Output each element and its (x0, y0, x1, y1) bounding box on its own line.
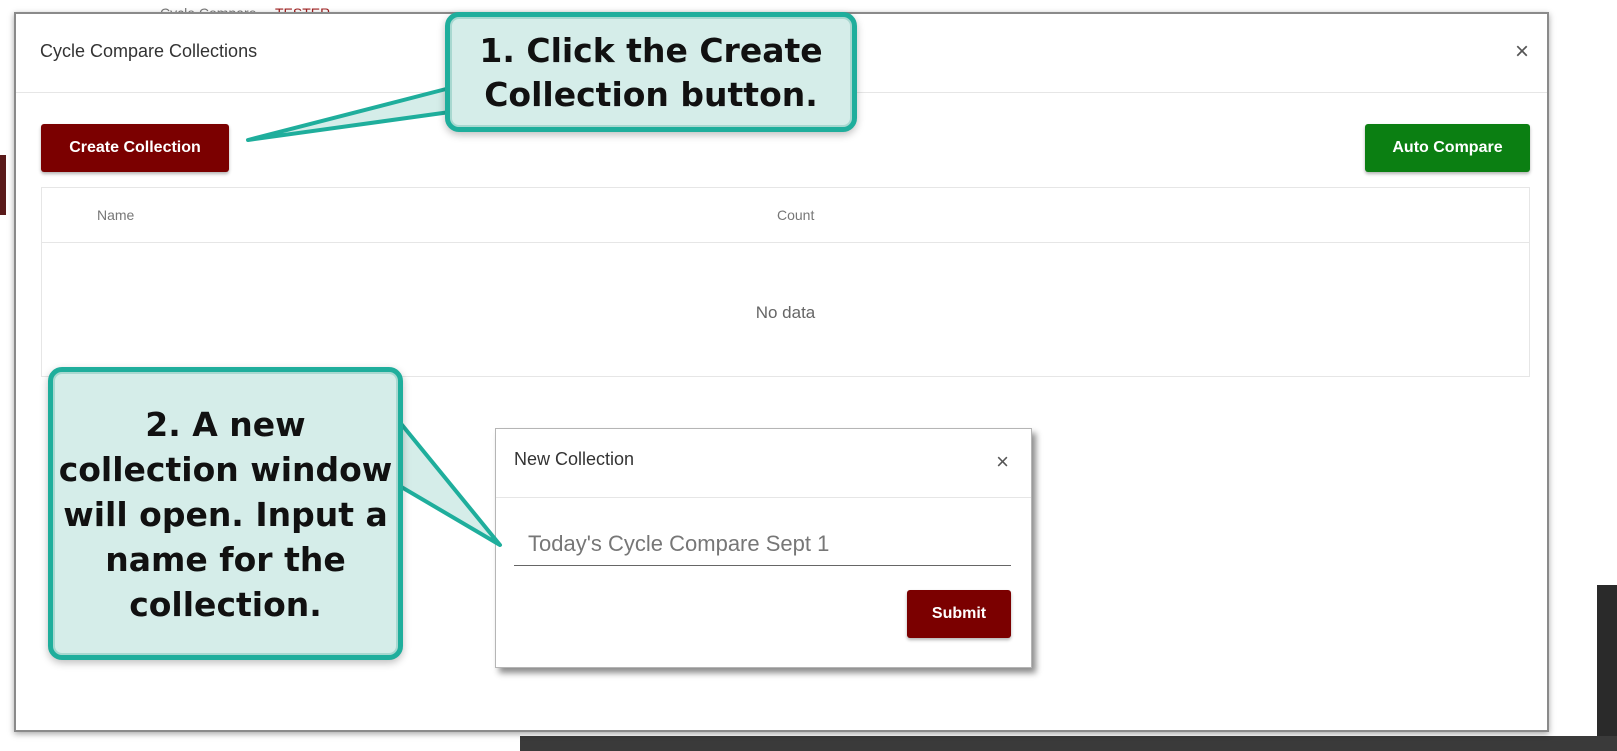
empty-state-text: No data (755, 303, 816, 322)
column-header-name[interactable]: Name (97, 207, 134, 223)
table-header: Name Count (42, 188, 1529, 243)
collection-name-input[interactable] (514, 522, 1011, 566)
dialog-header: New Collection × (496, 429, 1031, 498)
callout-step-2: 2. A new collection window will open. In… (48, 367, 403, 660)
background-sidebar-edge (0, 155, 6, 215)
close-icon[interactable]: × (996, 449, 1009, 475)
submit-button[interactable]: Submit (907, 590, 1011, 638)
dialog-title: New Collection (514, 449, 635, 469)
auto-compare-button[interactable]: Auto Compare (1365, 124, 1530, 172)
create-collection-button[interactable]: Create Collection (41, 124, 229, 172)
column-header-count[interactable]: Count (777, 207, 814, 223)
background-dark-edge (1597, 585, 1617, 751)
background-dark-footer (520, 736, 1617, 751)
close-icon[interactable]: × (1515, 40, 1529, 64)
new-collection-dialog: New Collection × Submit (495, 428, 1032, 668)
background-header-text: Cycle Compare (160, 2, 256, 12)
callout-step-1: 1. Click the Create Collection button. (445, 12, 857, 132)
collections-table: Name Count No data (41, 187, 1530, 377)
modal-title: Cycle Compare Collections (40, 41, 258, 61)
background-header-user: TESTER (275, 2, 330, 12)
